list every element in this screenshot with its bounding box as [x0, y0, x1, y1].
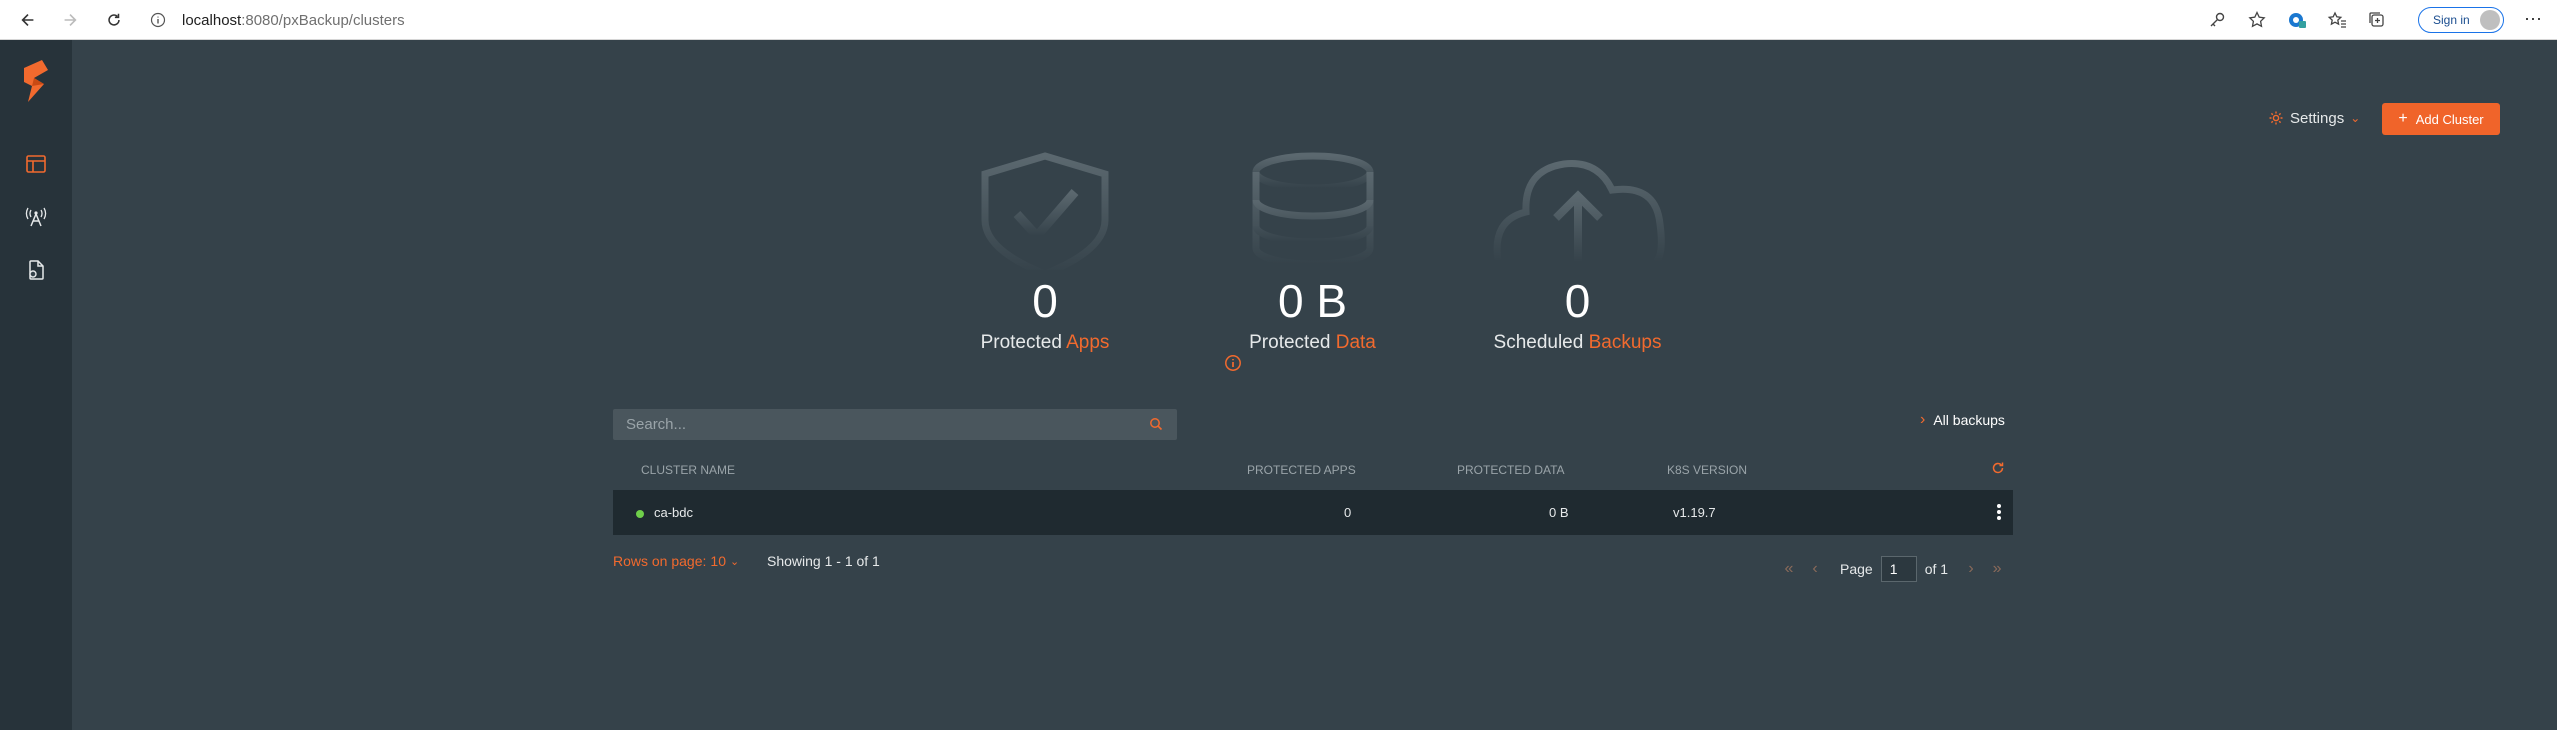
refresh-icon[interactable]	[1991, 461, 2005, 475]
sign-in-label: Sign in	[2433, 13, 2470, 27]
protected-apps-value: 0	[1032, 275, 1058, 327]
protected-data-cell: 0 B	[1549, 505, 1569, 520]
url-host: localhost	[182, 11, 242, 29]
first-page-icon[interactable]: «	[1776, 560, 1802, 578]
column-protected-apps[interactable]: PROTECTED APPS	[1247, 463, 1356, 477]
more-options-icon[interactable]: ⋯	[2523, 10, 2543, 30]
info-icon[interactable]	[1224, 354, 1242, 372]
search-box	[613, 409, 1177, 440]
chevron-down-icon: ⌄	[729, 555, 740, 568]
table-row[interactable]: ca-bdc 0 0 B v1.19.7	[613, 490, 2013, 535]
sign-in-button[interactable]: Sign in	[2418, 7, 2504, 33]
database-icon	[1252, 152, 1373, 268]
reload-icon[interactable]	[100, 6, 128, 34]
search-icon[interactable]	[1149, 417, 1163, 431]
pagination: « ‹ Page 1 of 1 › »	[1776, 556, 2010, 582]
table-header: CLUSTER NAME PROTECTED APPS PROTECTED DA…	[613, 460, 2013, 480]
url-path: :8080/pxBackup/clusters	[241, 11, 405, 29]
protected-data-stat: 0 B Protected Data	[1220, 150, 1405, 372]
status-online-indicator	[636, 510, 644, 518]
forward-icon[interactable]	[56, 6, 84, 34]
settings-label: Settings	[2290, 109, 2345, 127]
search-input[interactable]	[626, 416, 1126, 433]
page-label: Page	[1840, 561, 1873, 577]
document-icon[interactable]	[24, 258, 48, 282]
info-icon[interactable]	[150, 12, 166, 28]
page-number-input[interactable]: 1	[1880, 556, 1917, 582]
collections-icon[interactable]	[2367, 10, 2387, 30]
cluster-name[interactable]: ca-bdc	[654, 505, 693, 520]
rows-per-page-dropdown[interactable]: Rows on page: 10 ⌄	[613, 553, 739, 569]
column-k8s-version[interactable]: K8S VERSION	[1667, 463, 1747, 477]
key-icon[interactable]	[2207, 10, 2227, 30]
cloud-upload-icon	[1493, 160, 1665, 265]
favorites-add-icon[interactable]	[2247, 10, 2267, 30]
add-cluster-button[interactable]: + Add Cluster	[2382, 103, 2500, 135]
next-page-icon[interactable]: ›	[1958, 560, 1984, 578]
chevron-down-icon: ⌄	[2350, 111, 2361, 125]
protected-data-value: 0 B	[1277, 275, 1348, 327]
avatar	[2480, 10, 2500, 30]
scheduled-backups-stat: 0 Scheduled Backups	[1485, 150, 1670, 354]
last-page-icon[interactable]: »	[1984, 560, 2010, 578]
protected-apps-stat: 0 Protected Apps	[955, 150, 1135, 354]
rows-per-page-value: 10	[710, 553, 726, 569]
sidebar	[0, 40, 72, 730]
settings-dropdown[interactable]: Settings ⌄	[2268, 106, 2360, 130]
add-cluster-label: Add Cluster	[2415, 111, 2484, 127]
scheduled-backups-label: Scheduled Backups	[1493, 332, 1662, 353]
column-cluster-name[interactable]: CLUSTER NAME	[641, 463, 735, 477]
previous-page-icon[interactable]: ‹	[1802, 560, 1828, 578]
column-protected-data[interactable]: PROTECTED DATA	[1457, 463, 1565, 477]
address-bar[interactable]: localhost:8080/pxBackup/clusters	[150, 6, 2190, 34]
k8s-version-cell: v1.19.7	[1673, 505, 1716, 520]
browser-extensions	[2207, 6, 2387, 34]
gear-icon	[2269, 111, 2283, 125]
clusters-icon[interactable]	[24, 152, 48, 176]
rows-per-page-label: Rows on page:	[613, 553, 707, 569]
extension-icon[interactable]	[2287, 10, 2307, 30]
browser-toolbar: localhost:8080/pxBackup/clusters Sign in…	[0, 0, 2557, 40]
shield-icon	[981, 152, 1109, 270]
protected-apps-label: Protected Apps	[980, 332, 1110, 353]
plus-icon: +	[2398, 110, 2408, 127]
showing-count: Showing 1 - 1 of 1	[767, 553, 880, 569]
antenna-icon[interactable]	[24, 205, 48, 229]
portworx-logo[interactable]	[22, 60, 50, 104]
chevron-right-icon: ›	[1920, 411, 1926, 428]
protected-data-label: Protected Data	[1220, 332, 1405, 372]
page-of-label: of 1	[1924, 561, 1949, 577]
all-backups-label: All backups	[1933, 412, 2005, 428]
row-actions-icon[interactable]	[1996, 502, 2002, 524]
all-backups-link[interactable]: › All backups	[1920, 410, 2005, 430]
scheduled-backups-value: 0	[1564, 275, 1591, 327]
protected-apps-cell: 0	[1344, 505, 1352, 520]
back-icon[interactable]	[14, 6, 42, 34]
favorites-icon[interactable]	[2327, 10, 2347, 30]
